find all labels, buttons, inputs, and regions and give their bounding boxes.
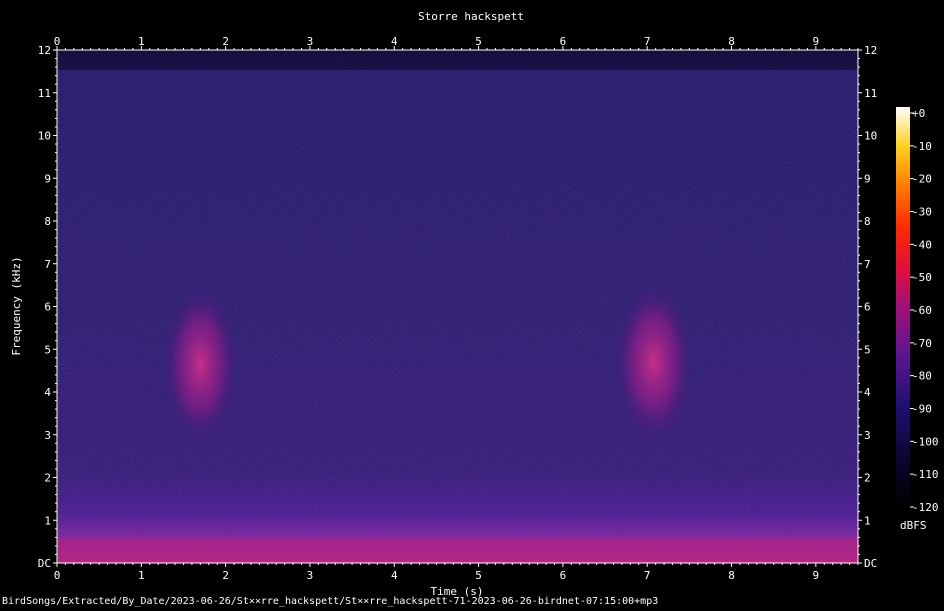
y-tick-label-right: 11 <box>864 87 877 100</box>
x-tick-label: 9 <box>813 569 820 582</box>
x-tick-label-top: 2 <box>222 35 229 48</box>
y-tick-label-right: 1 <box>864 514 871 527</box>
colorbar-tick-label: +0 <box>912 107 925 120</box>
colorbar-label: dBFS <box>900 519 927 532</box>
colorbar-tick-label: -100 <box>912 435 939 448</box>
x-tick-label: 6 <box>560 569 567 582</box>
x-tick-label-top: 5 <box>475 35 482 48</box>
call-energy-region-1 <box>162 285 239 444</box>
x-tick-label: 2 <box>222 569 229 582</box>
y-tick-label: 4 <box>44 386 51 399</box>
y-tick-label-right: 9 <box>864 172 871 185</box>
y-tick-label-right: 3 <box>864 429 871 442</box>
y-tick-label-right: 5 <box>864 343 871 356</box>
x-tick-label-top: 7 <box>644 35 651 48</box>
y-tick-label: 11 <box>38 87 51 100</box>
y-tick-label-right: 6 <box>864 301 871 314</box>
x-tick-label-top: 6 <box>560 35 567 48</box>
y-tick-label: 5 <box>44 343 51 356</box>
y-tick-label: 7 <box>44 258 51 271</box>
call-energy-region-2 <box>613 280 694 444</box>
y-tick-label: DC <box>38 557 51 570</box>
colorbar <box>896 107 910 507</box>
colorbar-tick-label: -20 <box>912 173 932 186</box>
y-tick-label: 12 <box>38 44 51 57</box>
y-tick-label-right: 4 <box>864 386 871 399</box>
y-tick-label: 3 <box>44 429 51 442</box>
low-frequency-band <box>57 537 858 563</box>
x-tick-label-top: 1 <box>138 35 145 48</box>
y-tick-label-right: DC <box>864 557 877 570</box>
x-tick-label: 3 <box>307 569 314 582</box>
colorbar-tick-label: -40 <box>912 238 932 251</box>
colorbar-tick-label: -90 <box>912 403 932 416</box>
y-tick-label-right: 10 <box>864 130 877 143</box>
file-path-caption: BirdSongs/Extracted/By_Date/2023-06-26/S… <box>2 596 659 607</box>
y-tick-label: 1 <box>44 514 51 527</box>
colorbar-tick-label: -80 <box>912 370 932 383</box>
colorbar-tick-label: -50 <box>912 271 932 284</box>
chart-title: Storre hackspett <box>418 10 524 23</box>
x-tick-label-top: 9 <box>813 35 820 48</box>
y-tick-label-right: 2 <box>864 472 871 485</box>
x-tick-label: 1 <box>138 569 145 582</box>
x-tick-label: 8 <box>728 569 735 582</box>
colorbar-tick-label: -60 <box>912 304 932 317</box>
x-tick-label-top: 4 <box>391 35 398 48</box>
y-tick-label: 10 <box>38 130 51 143</box>
y-tick-label: 2 <box>44 472 51 485</box>
y-tick-label: 9 <box>44 172 51 185</box>
x-tick-label: 0 <box>54 569 61 582</box>
y-tick-label-right: 8 <box>864 215 871 228</box>
colorbar-tick-label: -110 <box>912 468 939 481</box>
colorbar-tick-label: -30 <box>912 206 932 219</box>
x-tick-label: 7 <box>644 569 651 582</box>
y-tick-label-right: 7 <box>864 258 871 271</box>
x-tick-label: 4 <box>391 569 398 582</box>
y-axis-label: Frequency (kHz) <box>10 256 23 355</box>
colorbar-tick-label: -120 <box>912 501 939 514</box>
spectrogram-chart: Storre hackspett 00112233445566778899DC D… <box>10 10 939 598</box>
y-tick-label-right: 12 <box>864 44 877 57</box>
y-tick-label: 8 <box>44 215 51 228</box>
colorbar-tick-label: -70 <box>912 337 932 350</box>
x-tick-label: 5 <box>475 569 482 582</box>
x-tick-label-top: 3 <box>307 35 314 48</box>
x-tick-label-top: 8 <box>728 35 735 48</box>
colorbar-tick-label: -10 <box>912 140 932 153</box>
y-tick-label: 6 <box>44 301 51 314</box>
x-tick-label-top: 0 <box>54 35 61 48</box>
